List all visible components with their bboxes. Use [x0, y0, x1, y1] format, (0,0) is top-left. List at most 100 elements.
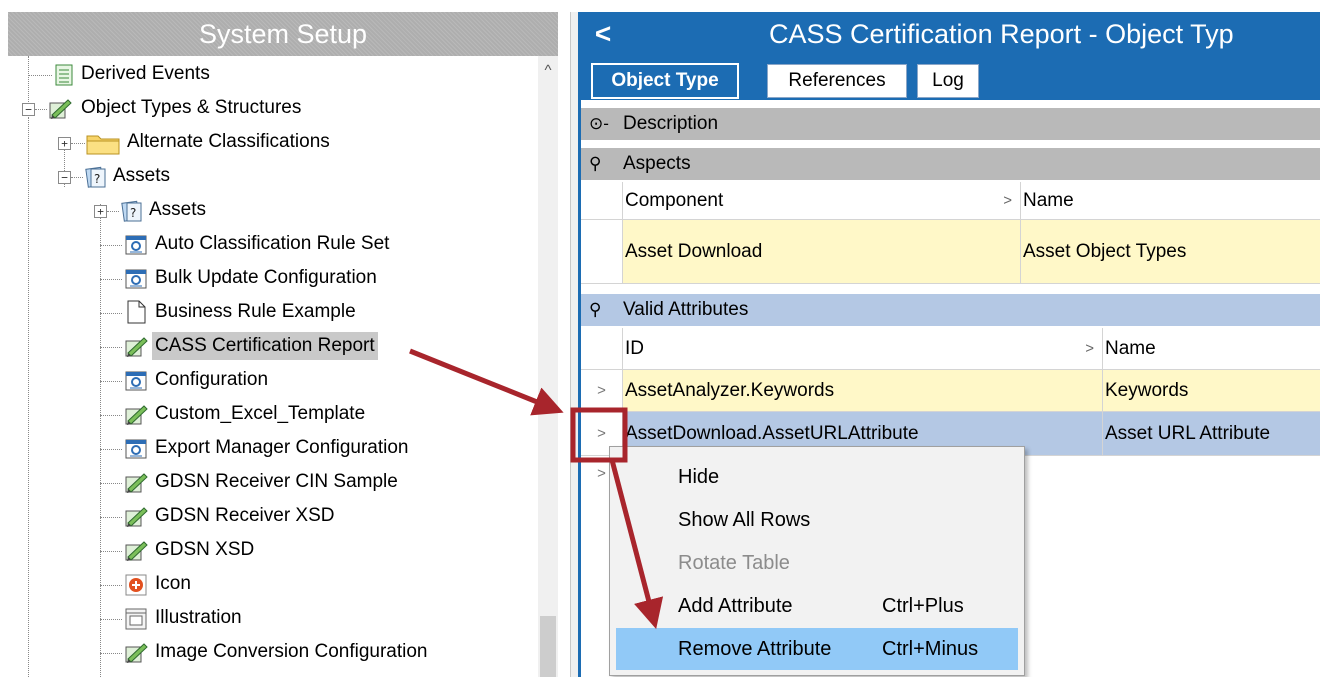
tree-item-gdsn-receiver-cin-sample[interactable]: GDSN Receiver CIN Sample — [8, 466, 533, 500]
object-type-icon — [49, 99, 72, 119]
tree-connector — [100, 585, 122, 586]
attribute-name-cell[interactable]: Asset URL Attribute — [1103, 412, 1320, 455]
collapse-icon[interactable]: − — [58, 171, 71, 184]
tree-item-business-rule-example[interactable]: Business Rule Example — [8, 296, 533, 330]
tree-connector — [107, 211, 119, 212]
tree-scrollbar[interactable]: ^ — [538, 56, 558, 677]
expand-arrow-icon: ⊙- — [589, 114, 609, 133]
scroll-up-icon[interactable]: ^ — [538, 62, 558, 79]
system-setup-panel: System Setup Derived Events − Object Typ… — [8, 12, 558, 677]
tree-connector — [100, 619, 122, 620]
column-header-label: Name — [1105, 337, 1156, 359]
aspect-name-cell[interactable]: Asset Object Types — [1021, 220, 1320, 283]
attribute-name-cell[interactable]: Keywords — [1103, 370, 1320, 411]
tab-object-type[interactable]: Object Type — [591, 63, 739, 99]
asset-type-icon: ? — [121, 200, 142, 222]
pin-icon: ⚲ — [589, 154, 602, 173]
config-icon — [125, 371, 147, 391]
menu-item-remove-attribute[interactable]: Remove Attribute Ctrl+Minus — [616, 628, 1018, 670]
row-expand-chevron-icon[interactable]: > — [581, 370, 623, 411]
object-type-icon — [125, 337, 148, 357]
object-type-icon — [125, 473, 148, 493]
tree-connector — [100, 415, 122, 416]
collapse-icon[interactable]: − — [22, 103, 35, 116]
attribute-id-cell[interactable]: AssetAnalyzer.Keywords — [623, 370, 1103, 411]
tree-item-label: GDSN Receiver CIN Sample — [155, 471, 398, 492]
tree-item-label: Object Types & Structures — [81, 97, 302, 118]
object-type-icon — [125, 541, 148, 561]
tree-item-label: Bulk Update Configuration — [155, 267, 377, 288]
tree-connector — [35, 109, 47, 110]
object-type-icon — [125, 643, 148, 663]
row-header — [581, 328, 623, 369]
column-header-label: ID — [625, 337, 644, 359]
tree-item-derived-events[interactable]: Derived Events — [8, 58, 533, 92]
tree-item-label: Illustration — [155, 607, 242, 628]
tree-item-gdsn-xsd[interactable]: GDSN XSD — [8, 534, 533, 568]
tree-item-assets[interactable]: − ? Assets — [8, 160, 533, 194]
tree-connector — [100, 449, 122, 450]
column-header-name[interactable]: Name — [1021, 182, 1320, 219]
aspects-section-header[interactable]: ⚲ Aspects — [581, 148, 1320, 180]
description-section-header[interactable]: ⊙- Description — [581, 108, 1320, 140]
column-header-label: Component — [625, 189, 724, 211]
folder-icon — [86, 135, 120, 155]
row-header — [581, 182, 623, 219]
menu-item-label: Hide — [678, 466, 720, 488]
valid-attributes-section-header[interactable]: ⚲ Valid Attributes — [581, 294, 1320, 326]
aspects-row[interactable]: Asset Download Asset Object Types — [581, 220, 1320, 284]
tree-connector — [28, 75, 52, 76]
tree-item-assets-child[interactable]: + ? Assets — [8, 194, 533, 228]
tree-item-image-conversion-configuration[interactable]: Image Conversion Configuration — [8, 636, 533, 670]
description-section-label: Description — [623, 113, 719, 134]
column-header-id[interactable]: ID > — [623, 328, 1103, 369]
tree-item-alternate-classifications[interactable]: + Alternate Classifications — [8, 126, 533, 160]
tree-item-configuration[interactable]: Configuration — [8, 364, 533, 398]
tree-item-label: Assets — [113, 165, 171, 186]
menu-item-label: Show All Rows — [678, 509, 811, 531]
back-chevron-icon[interactable]: < — [589, 18, 617, 50]
menu-item-hide[interactable]: Hide — [616, 456, 1018, 498]
expand-icon[interactable]: + — [58, 137, 71, 150]
column-header-component[interactable]: Component > — [623, 182, 1021, 219]
tree-connector — [100, 381, 122, 382]
tree-item-illustration[interactable]: Illustration — [8, 602, 533, 636]
svg-text:?: ? — [130, 206, 136, 220]
tree-item-label: GDSN XSD — [155, 539, 255, 560]
tree-item-export-manager-configuration[interactable]: Export Manager Configuration — [8, 432, 533, 466]
system-setup-tree: Derived Events − Object Types & Structur… — [8, 56, 533, 677]
tree-item-label: Configuration — [155, 369, 269, 390]
tree-connector — [100, 279, 122, 280]
menu-item-shortcut: Ctrl+Minus — [882, 638, 979, 660]
expand-icon[interactable]: + — [94, 205, 107, 218]
illustration-icon — [125, 608, 147, 630]
tree-item-object-types-structures[interactable]: − Object Types & Structures — [8, 92, 533, 126]
tree-item-label: Business Rule Example — [155, 301, 356, 322]
scroll-thumb[interactable] — [540, 616, 556, 677]
tree-item-label: Alternate Classifications — [127, 131, 330, 152]
tree-item-label: Auto Classification Rule Set — [155, 233, 390, 254]
tree-item-label: Image Conversion Configuration — [155, 641, 428, 662]
aspect-component-cell[interactable]: Asset Download — [623, 220, 1021, 283]
tree-item-custom-excel-template[interactable]: Custom_Excel_Template — [8, 398, 533, 432]
tree-connector — [100, 313, 122, 314]
attribute-row[interactable]: > AssetAnalyzer.Keywords Keywords — [581, 370, 1320, 412]
system-setup-header: System Setup — [8, 12, 558, 56]
row-header[interactable] — [581, 220, 623, 283]
tree-item-gdsn-receiver-xsd[interactable]: GDSN Receiver XSD — [8, 500, 533, 534]
menu-item-label: Rotate Table — [678, 552, 790, 574]
tree-item-bulk-update-configuration[interactable]: Bulk Update Configuration — [8, 262, 533, 296]
menu-item-add-attribute[interactable]: Add Attribute Ctrl+Plus — [616, 585, 1018, 627]
object-type-icon — [125, 507, 148, 527]
svg-text:?: ? — [94, 172, 100, 186]
menu-item-show-all-rows[interactable]: Show All Rows — [616, 499, 1018, 541]
tree-item-auto-classification-rule-set[interactable]: Auto Classification Rule Set — [8, 228, 533, 262]
tree-item-icon[interactable]: Icon — [8, 568, 533, 602]
tab-log[interactable]: Log — [917, 64, 979, 98]
tree-item-label: Export Manager Configuration — [155, 437, 409, 458]
tree-item-cass-certification-report[interactable]: CASS Certification Report — [8, 330, 533, 364]
column-header-name[interactable]: Name — [1103, 328, 1320, 369]
tab-references[interactable]: References — [767, 64, 907, 98]
aspects-section-label: Aspects — [623, 153, 691, 174]
tree-item-label-selected: CASS Certification Report — [152, 332, 378, 360]
